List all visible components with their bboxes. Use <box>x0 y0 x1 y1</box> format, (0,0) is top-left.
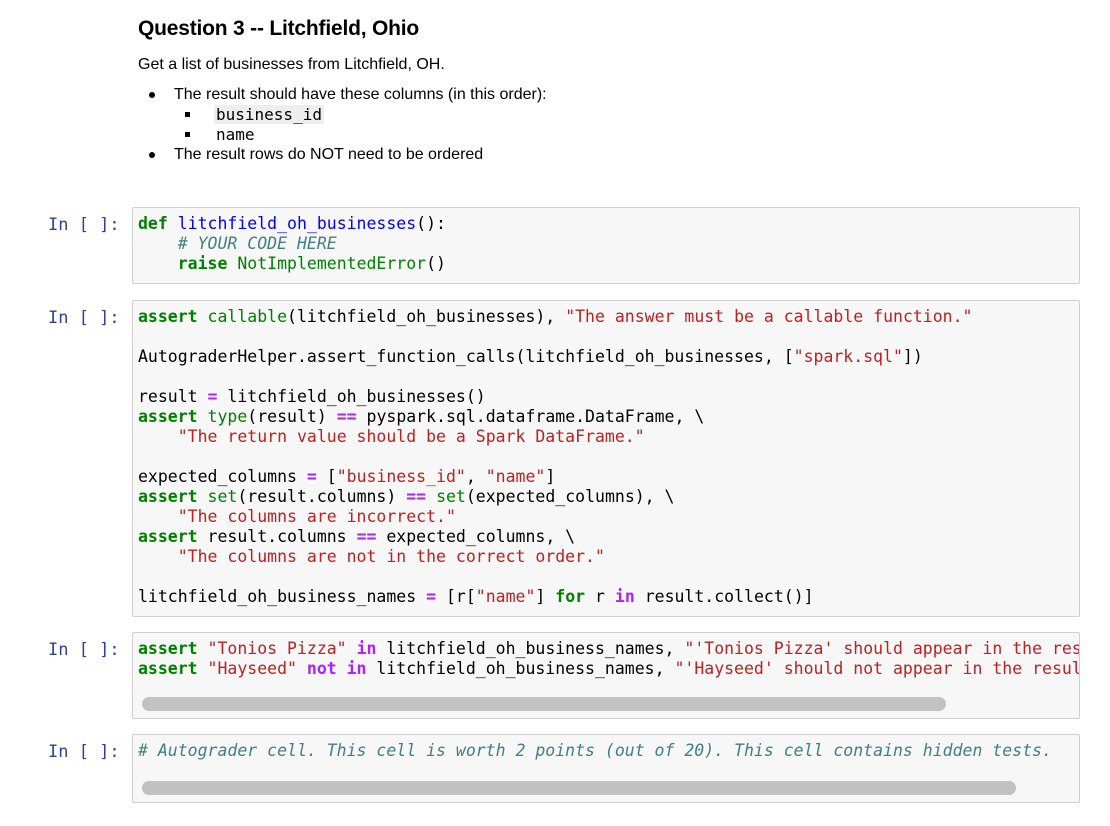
code-cell[interactable]: # Autograder cell. This cell is worth 2 … <box>132 734 1080 803</box>
requirements-list: The result should have these columns (in… <box>138 85 1078 165</box>
list-item: business_id <box>174 105 1078 125</box>
cell-prompt: In [ ]: <box>48 215 120 235</box>
list-item: The result rows do NOT need to be ordere… <box>138 145 1078 165</box>
code-editor[interactable]: # Autograder cell. This cell is worth 2 … <box>133 735 1079 761</box>
list-item: The result should have these columns (in… <box>138 85 1078 145</box>
list-item: name <box>174 125 1078 145</box>
column-name: name <box>214 125 257 144</box>
cell-prompt: In [ ]: <box>48 640 120 660</box>
question-title: Question 3 -- Litchfield, Ohio <box>138 17 419 40</box>
code-editor[interactable]: assert "Tonios Pizza" in litchfield_oh_b… <box>133 633 1079 679</box>
question-intro: Get a list of businesses from Litchfield… <box>138 56 445 73</box>
column-name: business_id <box>214 105 324 124</box>
horizontal-scrollbar[interactable] <box>142 697 946 711</box>
cell-prompt: In [ ]: <box>48 742 120 762</box>
columns-list: business_id name <box>174 105 1078 145</box>
list-item-text: The result should have these columns (in… <box>174 86 547 103</box>
code-cell[interactable]: def litchfield_oh_businesses(): # YOUR C… <box>132 207 1080 284</box>
code-editor[interactable]: assert callable(litchfield_oh_businesses… <box>133 301 1079 607</box>
markdown-cell[interactable]: Question 3 -- Litchfield, Ohio Get a lis… <box>138 14 1078 165</box>
cell-prompt: In [ ]: <box>48 308 120 328</box>
code-editor[interactable]: def litchfield_oh_businesses(): # YOUR C… <box>133 208 1079 274</box>
horizontal-scrollbar[interactable] <box>142 781 1016 795</box>
code-cell[interactable]: assert callable(litchfield_oh_businesses… <box>132 300 1080 617</box>
list-item-text: The result rows do NOT need to be ordere… <box>174 146 484 163</box>
code-cell[interactable]: assert "Tonios Pizza" in litchfield_oh_b… <box>132 632 1080 719</box>
